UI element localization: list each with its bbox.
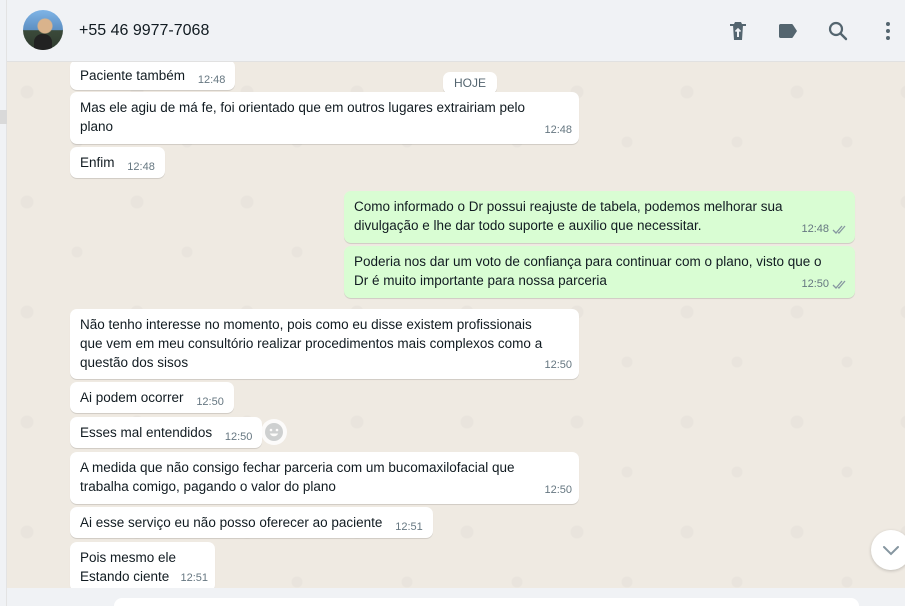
- message-bubble[interactable]: Esses mal entendidos 12:50: [70, 417, 263, 448]
- message-text: Poderia nos dar um voto de confiança par…: [354, 254, 822, 288]
- message-bubble[interactable]: Enfim 12:48: [70, 147, 165, 178]
- message-bubble[interactable]: Pois mesmo ele Estando ciente 12:51: [70, 542, 215, 588]
- message-list[interactable]: HOJE Paciente também 12:48 Mas ele agiu …: [7, 62, 905, 588]
- message-bubble[interactable]: Mas ele agiu de má fe, foi orientado que…: [70, 92, 579, 144]
- message-time: 12:50: [196, 396, 224, 408]
- message-text: Não tenho interesse no momento, pois com…: [80, 317, 543, 370]
- message-time: 12:50: [224, 431, 253, 443]
- avatar-figure: [34, 34, 52, 50]
- emoji-reaction-icon[interactable]: [261, 419, 287, 445]
- search-icon[interactable]: [826, 19, 850, 43]
- message-text: Enfim: [80, 155, 115, 170]
- chevron-down-icon: [883, 546, 899, 556]
- message-bubble[interactable]: Paciente também 12:48: [70, 62, 236, 90]
- menu-icon[interactable]: [876, 19, 900, 43]
- message-text: Ai podem ocorrer: [80, 390, 184, 405]
- whatsapp-window: +55 46 9977-7068 HOJE Paciente também 12…: [0, 0, 905, 606]
- message-time: 12:51: [180, 572, 208, 584]
- message-text: Esses mal entendidos: [80, 425, 213, 440]
- avatar[interactable]: [23, 10, 63, 50]
- message-text: Ai esse serviço eu não posso oferecer ao…: [80, 515, 383, 530]
- message-time-row: 12:48: [801, 220, 848, 239]
- message-text: A medida que não consigo fechar parceria…: [80, 460, 515, 494]
- message-bubble[interactable]: Ai podem ocorrer 12:50: [70, 382, 234, 413]
- message-text: Como informado o Dr possui reajuste de t…: [354, 199, 783, 233]
- message-time: 12:50: [544, 359, 572, 371]
- compose-bar: [7, 588, 905, 606]
- scroll-down-button[interactable]: [871, 530, 905, 570]
- panel-edge-mark: [0, 110, 7, 124]
- chat-header: +55 46 9977-7068: [7, 0, 905, 62]
- message-time: 12:48: [801, 223, 829, 235]
- message-time: 12:48: [127, 161, 155, 173]
- message-time: 12:48: [544, 124, 572, 136]
- contact-name[interactable]: +55 46 9977-7068: [79, 22, 209, 40]
- message-input[interactable]: [114, 598, 859, 606]
- date-chip: HOJE: [443, 72, 497, 94]
- message-time: 12:51: [395, 521, 423, 533]
- message-text: Paciente também: [80, 68, 186, 83]
- delete-icon[interactable]: [726, 19, 750, 43]
- label-icon[interactable]: [776, 19, 800, 43]
- message-bubble[interactable]: Poderia nos dar um voto de confiança par…: [344, 246, 855, 298]
- left-panel-edge: [0, 0, 7, 606]
- message-bubble[interactable]: Não tenho interesse no momento, pois com…: [70, 309, 579, 379]
- message-bubble[interactable]: Como informado o Dr possui reajuste de t…: [344, 191, 855, 243]
- message-time-row: 12:50: [801, 275, 848, 294]
- read-ticks-icon: [832, 225, 846, 234]
- message-bubble[interactable]: A medida que não consigo fechar parceria…: [70, 452, 579, 504]
- message-time: 12:50: [801, 278, 829, 290]
- read-ticks-icon: [832, 280, 846, 289]
- message-bubble[interactable]: Ai esse serviço eu não posso oferecer ao…: [70, 507, 433, 538]
- message-time: 12:48: [197, 74, 226, 86]
- message-text: Mas ele agiu de má fe, foi orientado que…: [80, 100, 525, 134]
- message-time: 12:50: [544, 484, 572, 496]
